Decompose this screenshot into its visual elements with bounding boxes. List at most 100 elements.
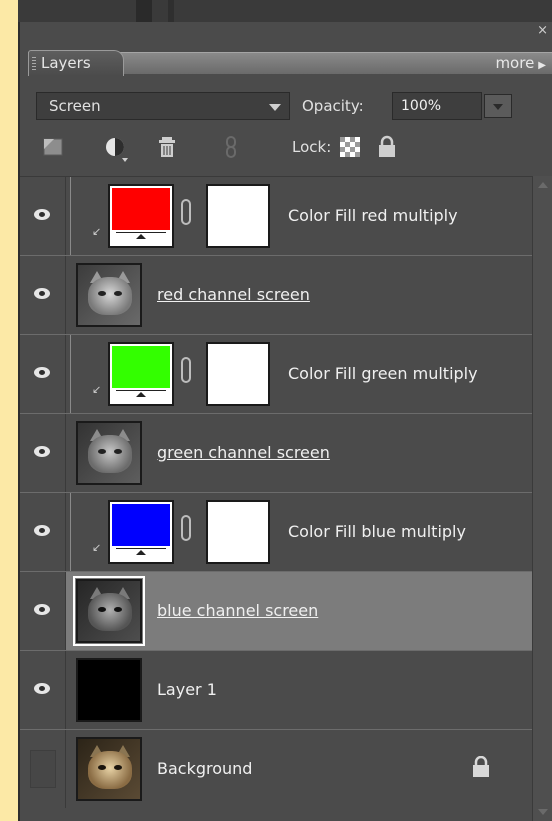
visibility-toggle[interactable]: [20, 572, 66, 650]
layer-thumbnail[interactable]: [73, 576, 145, 646]
layer-mask-thumbnail[interactable]: [206, 500, 270, 564]
panel-tab-row: Layers more ▶: [28, 50, 552, 76]
visibility-toggle[interactable]: [20, 256, 66, 334]
layer-mask-thumbnail[interactable]: [206, 184, 270, 248]
chain-link-icon[interactable]: [181, 515, 191, 541]
layers-scrollbar[interactable]: [532, 176, 552, 821]
layer-name[interactable]: Layer 1: [157, 680, 217, 700]
layer-name[interactable]: Color Fill green multiply: [288, 364, 478, 384]
clip-indicator-line: [70, 335, 71, 413]
lock-icon: [473, 756, 489, 777]
more-menu-button[interactable]: more ▶: [495, 54, 546, 75]
opacity-dropdown-button[interactable]: [484, 94, 512, 118]
slider-triangle-icon: [136, 550, 146, 555]
visibility-toggle[interactable]: [20, 177, 66, 255]
lock-icon: [379, 135, 395, 157]
blend-mode-value: Screen: [49, 97, 101, 115]
chain-link-icon[interactable]: [181, 199, 191, 225]
new-layer-icon: [43, 138, 63, 156]
layer-mask-thumbnail[interactable]: [206, 342, 270, 406]
visibility-toggle[interactable]: [20, 651, 66, 729]
eye-icon: [34, 209, 50, 220]
layers-list: ↙ Color Fill red multiply red channel sc…: [20, 176, 534, 821]
link-layers-button[interactable]: [218, 134, 244, 160]
layer-row[interactable]: ↙ Color Fill red multiply: [20, 177, 534, 256]
fill-color: [112, 346, 170, 388]
lock-transparent-button[interactable]: [338, 134, 364, 160]
lock-transparent-icon: [340, 137, 360, 157]
tab-layers[interactable]: Layers: [28, 50, 124, 76]
eye-icon: [34, 367, 50, 378]
fill-color-swatch[interactable]: [108, 342, 174, 406]
cat-eye: [114, 765, 122, 770]
layer-row[interactable]: green channel screen: [20, 414, 534, 493]
layer-name[interactable]: green channel screen: [157, 443, 330, 463]
fill-color: [112, 504, 170, 546]
cat-head: [88, 277, 132, 315]
new-layer-button[interactable]: [40, 134, 66, 160]
eye-icon: [34, 604, 50, 615]
chain-link-icon[interactable]: [181, 357, 191, 383]
layer-thumbnail[interactable]: [76, 737, 142, 801]
layer-row[interactable]: ↙ Color Fill blue multiply: [20, 493, 534, 572]
opacity-value: 100%: [401, 98, 442, 114]
cat-eye: [98, 765, 106, 770]
close-icon[interactable]: ×: [537, 24, 548, 38]
trash-icon: [159, 137, 175, 157]
hidden-visibility-box: [30, 750, 56, 788]
scroll-down-icon[interactable]: [538, 809, 548, 815]
adjustment-layer-icon: [106, 138, 128, 162]
scroll-up-icon[interactable]: [538, 182, 548, 188]
opacity-label: Opacity:: [302, 97, 364, 115]
cat-head: [88, 593, 132, 631]
eye-icon: [34, 525, 50, 536]
layer-name[interactable]: Color Fill blue multiply: [288, 522, 466, 542]
adjustment-line: [116, 390, 166, 391]
visibility-toggle[interactable]: [20, 335, 66, 413]
clip-indicator-line: [70, 177, 71, 255]
layer-row[interactable]: red channel screen: [20, 256, 534, 335]
layer-name[interactable]: Background: [157, 759, 252, 779]
fill-color: [112, 188, 170, 230]
layer-row[interactable]: Layer 1: [20, 651, 534, 730]
blend-controls: Screen Opacity: 100%: [32, 92, 542, 124]
layer-name[interactable]: blue channel screen: [157, 601, 318, 621]
eye-icon: [34, 446, 50, 457]
cat-eye: [98, 449, 106, 454]
clip-arrow-icon: ↙: [92, 225, 102, 238]
blend-mode-select[interactable]: Screen: [36, 92, 290, 120]
lock-all-button[interactable]: [374, 134, 400, 160]
more-label: more: [495, 54, 535, 72]
triangle-right-icon: ▶: [538, 60, 546, 71]
grip-icon[interactable]: [32, 57, 36, 71]
new-adjustment-layer-button[interactable]: [102, 134, 128, 162]
layer-thumbnail[interactable]: [76, 421, 142, 485]
clip-indicator-line: [70, 493, 71, 571]
cat-head: [88, 751, 132, 789]
visibility-toggle[interactable]: [20, 730, 66, 808]
slider-triangle-icon: [136, 234, 146, 239]
layer-row[interactable]: ↙ Color Fill green multiply: [20, 335, 534, 414]
layers-panel: × Layers more ▶ Screen Opacity: 100% Loc…: [18, 22, 552, 821]
link-icon: [226, 136, 236, 158]
eye-icon: [34, 288, 50, 299]
layer-name[interactable]: red channel screen: [157, 285, 310, 305]
layer-name[interactable]: Color Fill red multiply: [288, 206, 458, 226]
visibility-toggle[interactable]: [20, 493, 66, 571]
cat-eye: [114, 449, 122, 454]
clip-arrow-icon: ↙: [92, 541, 102, 554]
delete-layer-button[interactable]: [154, 134, 180, 160]
eye-icon: [34, 683, 50, 694]
opacity-input[interactable]: 100%: [392, 92, 482, 120]
chevron-down-icon: [493, 104, 503, 110]
fill-color-swatch[interactable]: [108, 184, 174, 248]
lock-label: Lock:: [292, 138, 332, 156]
fill-color-swatch[interactable]: [108, 500, 174, 564]
layer-thumbnail[interactable]: [76, 658, 142, 722]
layer-row-selected[interactable]: blue channel screen: [20, 572, 534, 651]
layer-row[interactable]: Background: [20, 730, 534, 809]
layer-thumbnail[interactable]: [76, 263, 142, 327]
visibility-toggle[interactable]: [20, 414, 66, 492]
cat-head: [88, 435, 132, 473]
top-strip-divider: [136, 0, 152, 22]
